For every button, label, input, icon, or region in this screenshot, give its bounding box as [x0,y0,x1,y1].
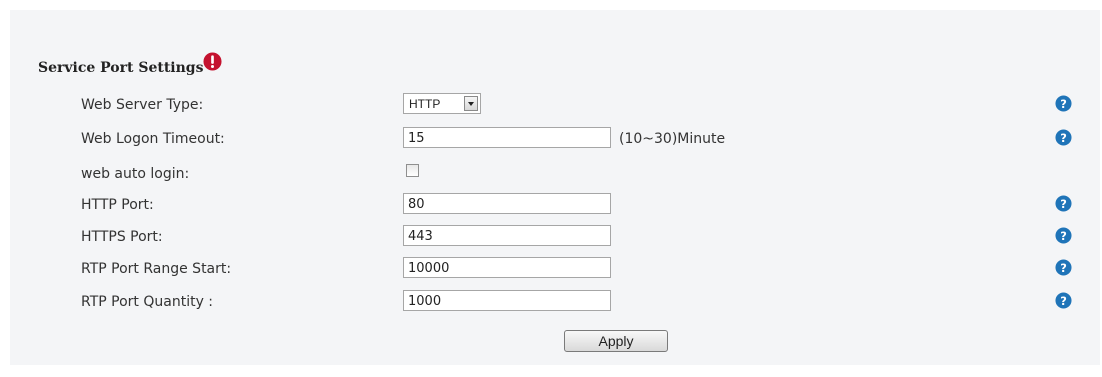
web-server-type-select[interactable]: HTTP [403,93,481,114]
svg-text:?: ? [1060,261,1067,275]
row-rtp-port-quantity: RTP Port Quantity : 1000 ? [10,290,1100,314]
section-title: Service Port Settings [38,52,223,76]
exclamation-circle-icon[interactable] [203,52,223,71]
row-web-logon-timeout: Web Logon Timeout: 15 (10~30)Minute ? [10,127,1100,151]
https-port-input[interactable]: 443 [403,225,611,246]
question-circle-icon[interactable]: ? [1055,227,1072,244]
web-logon-timeout-input[interactable]: 15 [403,127,611,148]
svg-text:?: ? [1060,97,1067,111]
web-logon-timeout-label: Web Logon Timeout: [81,131,225,147]
section-title-text: Service Port Settings [38,60,204,76]
https-port-label: HTTPS Port: [81,229,163,245]
row-web-server-type: Web Server Type: HTTP ? [10,93,1100,117]
http-port-input[interactable]: 80 [403,193,611,214]
http-port-label: HTTP Port: [81,197,154,213]
question-circle-icon[interactable]: ? [1055,292,1072,309]
svg-text:?: ? [1060,197,1067,211]
row-web-auto-login: web auto login: [10,162,1100,186]
question-circle-icon[interactable]: ? [1055,259,1072,276]
question-circle-icon[interactable]: ? [1055,195,1072,212]
apply-button[interactable]: Apply [564,330,668,352]
question-circle-icon[interactable]: ? [1055,95,1072,112]
web-server-type-label: Web Server Type: [81,97,204,113]
rtp-port-range-start-label: RTP Port Range Start: [81,261,232,277]
web-auto-login-checkbox[interactable] [406,164,419,177]
question-circle-icon[interactable]: ? [1055,129,1072,146]
row-https-port: HTTPS Port: 443 ? [10,225,1100,249]
web-server-type-value: HTTP [409,97,441,111]
row-rtp-port-range-start: RTP Port Range Start: 10000 ? [10,257,1100,281]
settings-panel: Service Port Settings Web Server Type: H… [10,10,1100,365]
svg-text:?: ? [1060,131,1067,145]
svg-text:?: ? [1060,294,1067,308]
web-auto-login-label: web auto login: [81,166,190,182]
web-logon-timeout-range: (10~30)Minute [619,131,726,147]
rtp-port-quantity-label: RTP Port Quantity : [81,294,214,310]
rtp-port-range-start-input[interactable]: 10000 [403,257,611,278]
svg-text:?: ? [1060,229,1067,243]
row-http-port: HTTP Port: 80 ? [10,193,1100,217]
chevron-down-icon[interactable] [464,96,478,111]
rtp-port-quantity-input[interactable]: 1000 [403,290,611,311]
